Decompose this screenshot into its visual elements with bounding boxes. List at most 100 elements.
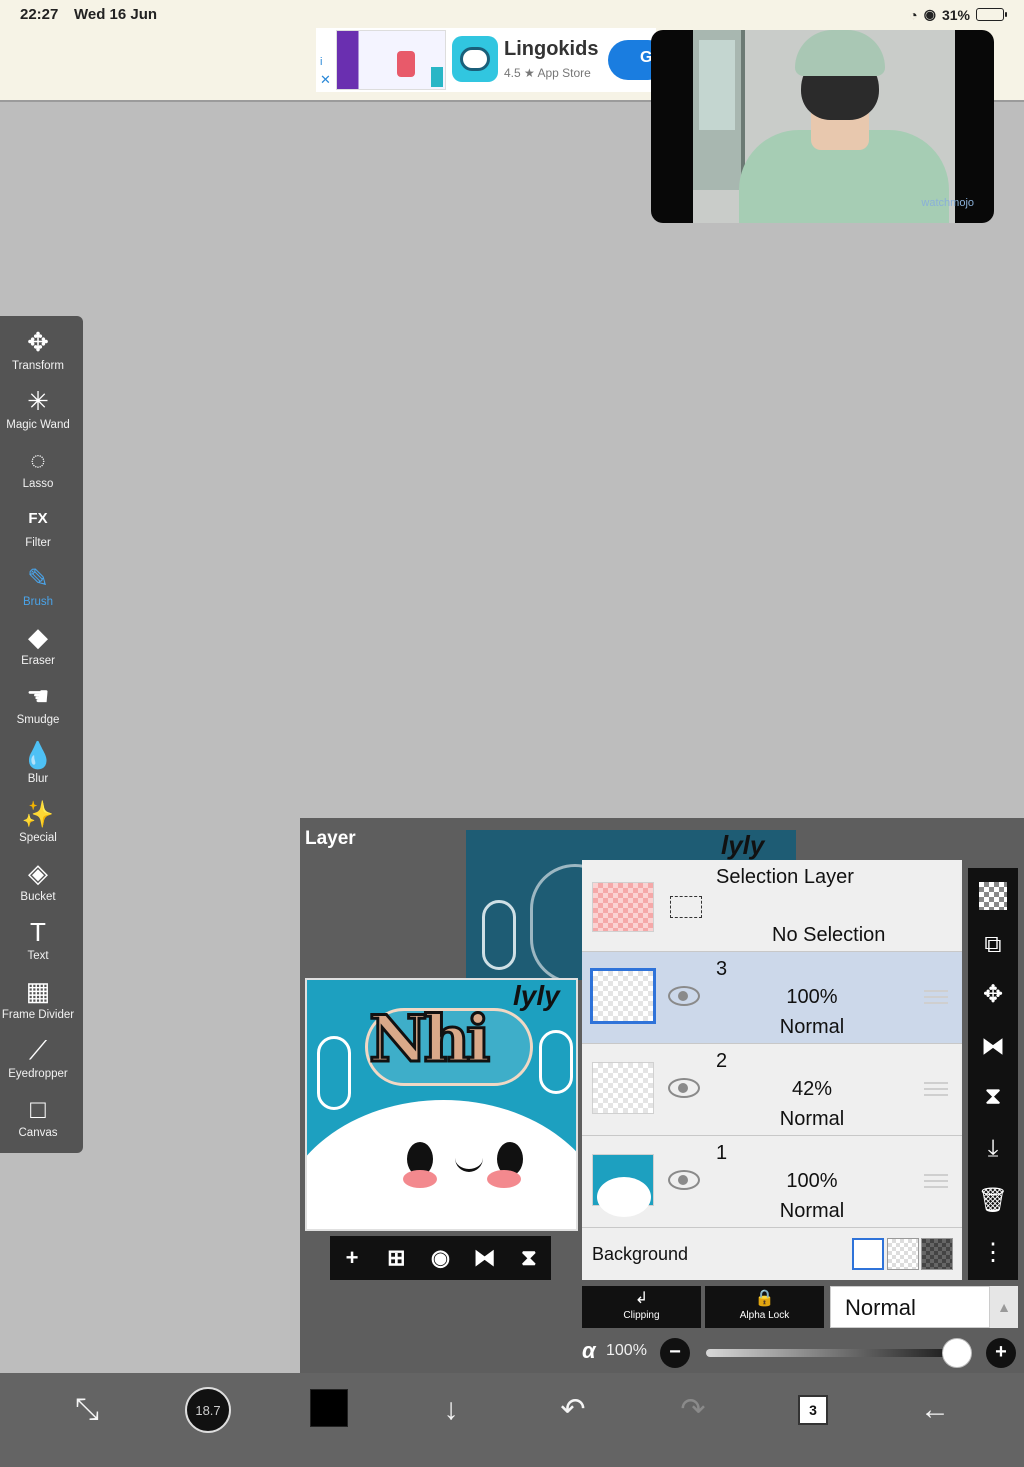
flip-vertical-icon[interactable]: ⧗ [511,1245,547,1271]
alpha-icon: α [582,1338,596,1363]
undo-icon[interactable]: ↶ [550,1387,596,1433]
background-transparent-swatch[interactable] [887,1238,919,1270]
layer-side-actions: ⧉ ✥ ⧓ ⧗ ⤓ 🗑 ⋮ [968,868,1018,1280]
battery-percent: 31% [941,6,970,23]
tool-brush[interactable]: ✎ Brush [0,560,76,619]
status-indicators: ◔ ◉ 31% [909,6,1007,23]
tool-label: Transform [12,360,64,372]
lasso-icon: ◌ [30,445,46,475]
merge-down-icon[interactable]: ⤓ [968,1126,1018,1172]
more-options-icon[interactable]: ⋮ [968,1230,1018,1276]
opacity-slider-thumb[interactable] [942,1338,972,1368]
video-frame [693,30,955,223]
brush-size-button[interactable]: 18.7 [185,1387,231,1433]
add-layer-copy-icon[interactable]: ⊞ [378,1245,414,1271]
opacity-value: 100% [606,1342,647,1359]
ad-app-name[interactable]: Lingokids [504,38,598,61]
tool-label: Frame Divider [1,1009,75,1021]
magic-wand-icon: ✳ [27,386,49,416]
status-time: 22:27 [20,6,59,23]
clipping-button[interactable]: ↲ Clipping [582,1286,701,1328]
tool-label: Eraser [21,655,55,667]
layer-panel: Layer lyly Nhi lyly + ⊞ ◉ ⧓ ⧗ Selection … [300,818,1024,1373]
ad-close-icon[interactable]: ✕ [320,72,331,88]
opacity-increase-button[interactable]: + [986,1338,1016,1368]
tool-sidebar: ✥ Transform ✳ Magic Wand ◌ Lasso FX Filter ✎ Brus… [0,316,83,1153]
tool-lasso[interactable]: ◌ Lasso [0,442,76,501]
flip-horizontal-icon[interactable]: ⧓ [968,1024,1018,1070]
eye-icon[interactable] [668,986,700,1006]
blend-mode-select[interactable]: Normal [830,1286,990,1328]
ad-banner[interactable]: i ✕ Lingokids 4.5 ★ App Store G [316,28,668,92]
canvas-preview[interactable]: Nhi lyly [305,978,578,1231]
tool-canvas[interactable]: □ Canvas [0,1091,76,1150]
layer-row-1[interactable]: 1 100% Normal [582,1136,962,1228]
blend-mode-value: Normal [845,1295,916,1320]
tool-blur[interactable]: 💧 Blur [0,737,76,796]
move-icon[interactable]: ✥ [968,972,1018,1018]
tool-eraser[interactable]: ◆ Eraser [0,619,76,678]
drag-handle-icon[interactable] [924,990,948,1004]
ad-image[interactable] [336,30,446,90]
opacity-decrease-button[interactable]: − [660,1338,690,1368]
opacity-row: α 100% − + [582,1334,1022,1370]
lock-icon: 🔒 [754,1290,775,1307]
back-arrow-icon[interactable]: ← [912,1387,958,1433]
color-swatch-button[interactable] [310,1389,348,1427]
bottom-toolbar: ⤡ 18.7 ↓ ↶ ↷ 3 ← [0,1373,1024,1467]
filter-icon: FX [28,510,48,527]
tool-frame-divider[interactable]: ▦ Frame Divider [0,973,76,1032]
tool-label: Canvas [18,1127,58,1139]
eye-icon[interactable] [668,1078,700,1098]
picture-in-picture-video[interactable]: watchmojo [651,30,994,223]
arrow-down-icon[interactable]: ↓ [428,1387,474,1433]
background-label: Background [592,1244,689,1264]
smudge-icon: ☚ [26,681,50,711]
trash-icon[interactable]: 🗑 [968,1178,1018,1224]
layer-blend-mode: Normal [779,1016,845,1038]
selection-layer-row[interactable]: Selection Layer No Selection [582,860,962,952]
battery-icon [976,8,1007,21]
tool-smudge[interactable]: ☚ Smudge [0,678,76,737]
transform-tool-icon[interactable]: ⤡ [64,1387,110,1433]
opacity-slider[interactable] [706,1349,966,1357]
redo-icon[interactable]: ↷ [670,1387,716,1433]
layer-panel-title: Layer [305,828,356,849]
tool-label: Bucket [20,891,56,903]
flip-horizontal-icon[interactable]: ⧓ [467,1245,503,1271]
layers-count-button[interactable]: 3 [798,1395,828,1425]
alpha-lock-button[interactable]: 🔒 Alpha Lock [705,1286,824,1328]
tool-filter[interactable]: FX Filter [0,501,76,560]
tool-eyedropper[interactable]: ⟋ Eyedropper [0,1032,76,1091]
selection-layer-name: Selection Layer [716,866,854,888]
tool-text[interactable]: T Text [0,914,76,973]
ad-app-icon[interactable] [452,36,498,82]
eye-icon[interactable] [668,1170,700,1190]
layer-row-3[interactable]: 3 100% Normal [582,952,962,1044]
layer-transfer-icon[interactable]: ⧉ [968,922,1018,968]
tool-label: Text [27,950,49,962]
checker-icon[interactable] [968,872,1018,918]
layer-blend-mode: Normal [779,1108,845,1130]
tool-special[interactable]: ✨ Special [0,796,76,855]
tool-bucket[interactable]: ◈ Bucket [0,855,76,914]
blend-mode-arrow-icon[interactable]: ▲ [990,1286,1018,1328]
layer-row-2[interactable]: 2 42% Normal [582,1044,962,1136]
clipping-icon: ↲ [634,1290,649,1307]
drag-handle-icon[interactable] [924,1174,948,1188]
eyedropper-icon: ⟋ [28,1035,48,1065]
ad-info-icon[interactable]: i [320,56,322,68]
camera-icon[interactable]: ◉ [422,1245,458,1271]
layer-opacity: 100% [786,986,838,1008]
tool-label: Brush [22,596,54,608]
flip-vertical-icon[interactable]: ⧗ [968,1074,1018,1120]
canvas-artwork-text: Nhi [367,1001,491,1079]
background-white-swatch[interactable] [852,1238,884,1270]
add-layer-button[interactable]: + [334,1245,370,1271]
video-watermark: watchmojo [921,197,974,209]
background-dark-swatch[interactable] [921,1238,953,1270]
tool-label: Special [19,832,57,844]
tool-magic-wand[interactable]: ✳ Magic Wand [0,383,76,442]
tool-transform[interactable]: ✥ Transform [0,324,76,383]
drag-handle-icon[interactable] [924,1082,948,1096]
